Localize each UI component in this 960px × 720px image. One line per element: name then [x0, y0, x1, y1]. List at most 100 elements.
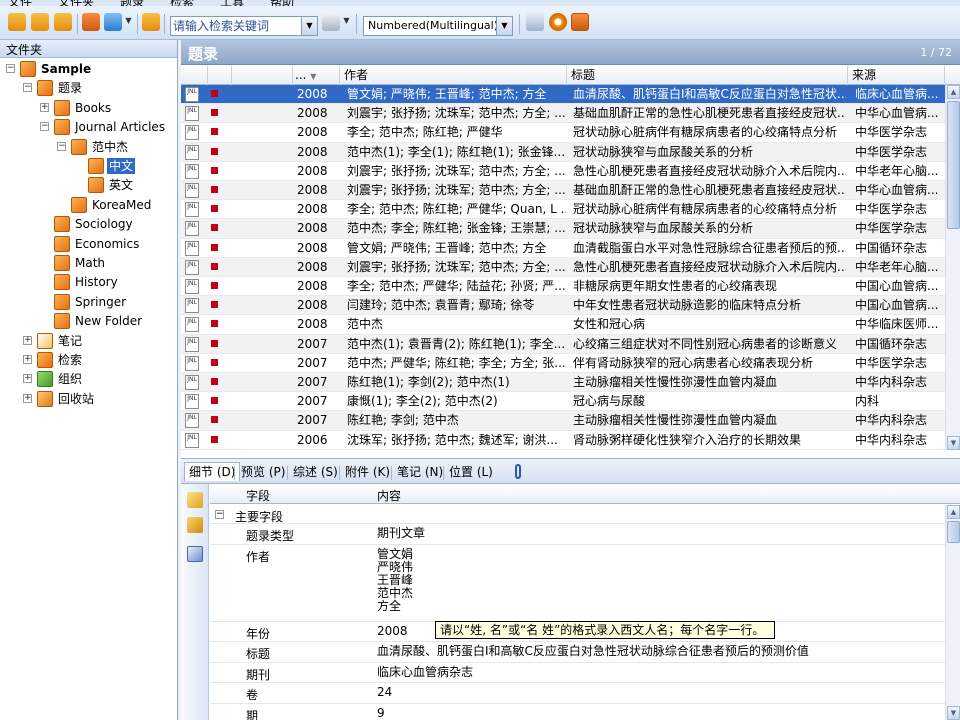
citation-style-select[interactable]: Numbered(Multilingual) ▼: [363, 16, 513, 36]
table-row[interactable]: JNL 2007 陈红艳(1); 李剑(2); 范中杰(1) 主动脉瘤相关性慢性弥漫性…: [181, 373, 945, 393]
field-group[interactable]: − 主要字段: [210, 505, 945, 524]
field-value[interactable]: 9: [377, 706, 385, 720]
cell-author: 陈红艳; 李剑; 范中杰: [347, 413, 459, 428]
scroll-down-icon[interactable]: ▼: [947, 706, 960, 720]
insert-citation-icon[interactable]: [142, 13, 160, 31]
collapse-icon[interactable]: −: [40, 122, 49, 132]
search-dropdown-button[interactable]: ▼: [301, 17, 317, 35]
new-reference-icon[interactable]: [8, 13, 26, 31]
style-dropdown-button[interactable]: ▼: [496, 17, 512, 35]
scrollbar-thumb[interactable]: [947, 101, 960, 229]
tree-item-label: Springer: [75, 294, 127, 309]
lock-icon[interactable]: [187, 492, 203, 508]
table-row[interactable]: JNL 2007 范中杰; 严健华; 陈红艳; 李全; 方全; 张... 伴有肾动脉狭…: [181, 354, 945, 373]
reference-grid-scrollbar[interactable]: ▲ ▼: [945, 85, 960, 450]
input-hint-tooltip: 请以“姓, 名”或“名 姓”的格式录入西文人名；每个名字一行。: [435, 621, 775, 639]
tab-location[interactable]: 位置 (L): [445, 463, 497, 482]
column-source[interactable]: 来源: [848, 66, 945, 85]
field-value[interactable]: 临床心血管病杂志: [377, 665, 473, 679]
table-row[interactable]: JNL 2007 范中杰(1); 袁晋青(2); 陈红艳(1); 李全... 心绞痛三…: [181, 334, 945, 354]
paperclip-icon[interactable]: [515, 464, 521, 479]
import-icon[interactable]: [54, 13, 72, 31]
new-folder-icon[interactable]: [31, 13, 49, 31]
table-row[interactable]: JNL 2008 范中杰 女性和冠心病 中华临床医师...: [181, 315, 945, 335]
journal-type-label: JNL: [187, 318, 197, 326]
recycle-bin-icon: [37, 390, 53, 407]
expand-icon[interactable]: +: [23, 393, 32, 403]
scroll-up-icon[interactable]: ▲: [947, 505, 960, 519]
unread-flag-icon: [211, 397, 218, 405]
field-row[interactable]: 卷 24: [210, 683, 945, 704]
search-options-icon[interactable]: [322, 13, 340, 31]
table-row[interactable]: JNL 2008 管文娟; 严晓伟; 王晋峰; 范中杰; 方全 血清尿酸、肌钙蛋白I和…: [181, 85, 945, 105]
search-input[interactable]: [173, 18, 301, 34]
tab-preview[interactable]: 预览 (P): [237, 463, 289, 482]
column-author[interactable]: 作者: [340, 66, 567, 85]
table-row[interactable]: JNL 2008 刘震宇; 张抒扬; 沈珠军; 范中杰; 方全; ... 基础血肌酐正…: [181, 104, 945, 124]
format-icon[interactable]: [526, 13, 544, 31]
column-type[interactable]: [181, 66, 208, 85]
search-box[interactable]: ▼: [170, 16, 318, 36]
table-row[interactable]: JNL 2006 沈珠军; 张抒扬; 范中杰; 魏述军; 谢洪... 肾动脉粥样硬化性…: [181, 431, 945, 450]
online-search-icon[interactable]: [104, 13, 122, 31]
expand-icon[interactable]: +: [23, 355, 32, 364]
unread-flag-icon: [211, 339, 218, 347]
table-row[interactable]: JNL 2007 康慨(1); 李全(2); 范中杰(2) 冠心病与尿酸 内科: [181, 392, 945, 412]
collapse-icon[interactable]: −: [215, 510, 224, 519]
tab-summary[interactable]: 综述 (S): [289, 463, 342, 482]
field-value[interactable]: 管文娟 严晓伟 王晋峰 范中杰 方全: [377, 547, 413, 613]
scrollbar-thumb[interactable]: [947, 521, 960, 543]
tab-attachments[interactable]: 附件 (K): [341, 463, 394, 482]
noteexpress-icon[interactable]: [571, 13, 589, 31]
field-value[interactable]: 24: [377, 686, 392, 699]
table-row[interactable]: JNL 2008 管文娟; 严晓伟; 王晋峰; 范中杰; 方全 血清截脂蛋白水平对急性…: [181, 239, 945, 258]
table-row[interactable]: JNL 2008 刘震宇; 张抒扬; 沈珠军; 范中杰; 方全; ... 急性心肌梗死…: [181, 257, 945, 277]
field-row[interactable]: 作者 管文娟 严晓伟 王晋峰 范中杰 方全: [210, 545, 945, 622]
scroll-down-icon[interactable]: ▼: [947, 436, 960, 450]
field-value[interactable]: 2008: [377, 624, 408, 638]
expand-icon[interactable]: +: [23, 374, 32, 384]
chevron-down-icon[interactable]: ▼: [124, 16, 133, 25]
table-row[interactable]: JNL 2008 范中杰; 李全; 陈红艳; 张金锋; 王崇慧; ... 冠状动脉狭窄…: [181, 219, 945, 239]
detail-grid-scrollbar[interactable]: ▲ ▼: [945, 505, 960, 720]
collapse-icon[interactable]: −: [6, 64, 15, 73]
word-plugin-icon[interactable]: [549, 13, 567, 31]
table-row[interactable]: JNL 2008 闫建玲; 范中杰; 袁晋青; 鄢琦; 徐苓 中年女性患者冠状动脉造影…: [181, 296, 945, 316]
column-flag[interactable]: [208, 66, 232, 85]
library-icon[interactable]: [82, 13, 100, 31]
unread-flag-icon: [211, 282, 218, 289]
field-name: 标题: [246, 647, 271, 661]
collapse-icon[interactable]: −: [23, 83, 32, 93]
field-row[interactable]: 题录类型 期刊文章: [210, 524, 945, 545]
scroll-up-icon[interactable]: ▲: [947, 85, 960, 99]
journal-type-icon: JNL: [185, 240, 199, 256]
table-row[interactable]: JNL 2008 李全; 范中杰; 严健华; 陆益花; 孙贤; 严... 非糖尿病更年…: [181, 277, 945, 297]
expand-icon[interactable]: +: [40, 102, 49, 112]
table-row[interactable]: JNL 2008 李全; 范中杰; 陈红艳; 严健华 冠状动脉心脏病伴有糖尿病患者的心…: [181, 123, 945, 143]
table-row[interactable]: JNL 2008 李全; 范中杰; 陈红艳; 严健华; Quan, L ... 冠状动…: [181, 200, 945, 220]
cell-title: 非糖尿病更年期女性患者的心绞痛表现: [573, 279, 778, 293]
column-title[interactable]: 标题: [567, 66, 848, 85]
field-name: 期: [246, 708, 259, 720]
journal-type-label: JNL: [187, 280, 197, 287]
field-value[interactable]: 期刊文章: [377, 527, 425, 540]
field-row[interactable]: 标题 血清尿酸、肌钙蛋白I和高敏C反应蛋白对急性冠状动脉综合征患者预后的预测价值: [210, 642, 945, 663]
expand-icon[interactable]: +: [23, 335, 32, 345]
tab-notes[interactable]: 笔记 (N): [393, 463, 447, 482]
tab-details[interactable]: 细节 (D): [184, 462, 241, 481]
table-row[interactable]: JNL 2008 刘震宇; 张抒扬; 沈珠军; 范中杰; 方全; ... 基础血肌酐正…: [181, 181, 945, 201]
field-row[interactable]: 期9: [210, 704, 945, 720]
chevron-down-icon[interactable]: ▼: [342, 16, 351, 25]
column-year-header[interactable]: ... ▼: [289, 66, 340, 85]
open-folder-icon[interactable]: [187, 517, 203, 533]
field-row[interactable]: 期刊 临床心血管病杂志: [210, 663, 945, 683]
journal-type-icon: JNL: [185, 202, 199, 218]
table-row[interactable]: JNL 2008 范中杰(1); 李全(1); 陈红艳(1); 张金锋... 冠状动脉…: [181, 142, 945, 162]
table-row[interactable]: JNL 2008 刘震宇; 张抒扬; 沈珠军; 范中杰; 方全; ... 急性心肌梗死…: [181, 162, 945, 181]
copy-icon[interactable]: [187, 546, 203, 562]
column-year[interactable]: [232, 66, 293, 85]
field-value[interactable]: 血清尿酸、肌钙蛋白I和高敏C反应蛋白对急性冠状动脉综合征患者预后的预测价值: [377, 645, 809, 658]
cell-author: 刘震宇; 张抒扬; 沈珠军; 范中杰; 方全; ...: [347, 163, 566, 178]
collapse-icon[interactable]: −: [57, 141, 66, 151]
table-row[interactable]: JNL 2007 陈红艳; 李剑; 范中杰 主动脉瘤相关性慢性弥漫性血管内凝血 中华内科…: [181, 411, 945, 431]
